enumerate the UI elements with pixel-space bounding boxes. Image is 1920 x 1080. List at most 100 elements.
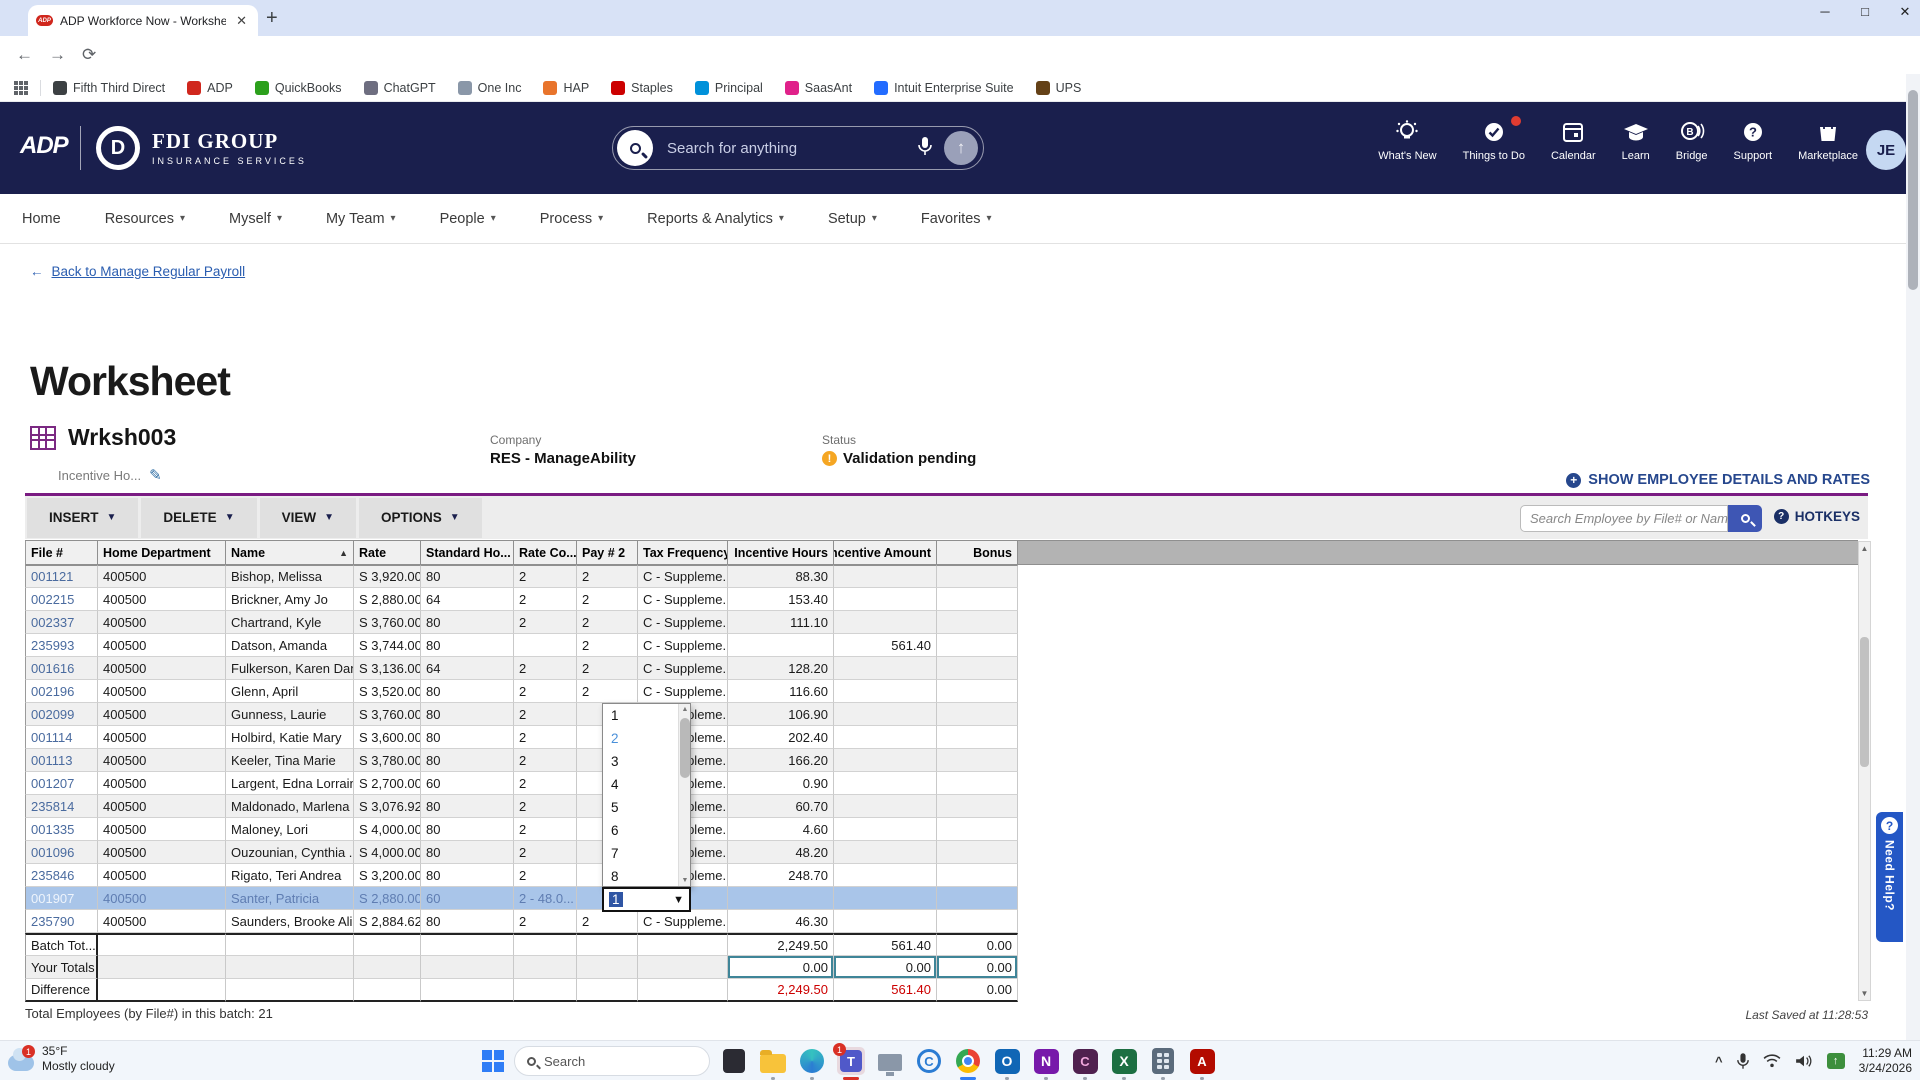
cell-name[interactable]: Gunness, Laurie — [226, 703, 354, 726]
cell-incentive-amount[interactable] — [834, 657, 937, 680]
cell-file-number[interactable]: 235790 — [25, 910, 98, 933]
cell-incentive-amount[interactable] — [834, 726, 937, 749]
microphone-icon[interactable] — [918, 136, 932, 161]
cell-tax-frequency[interactable]: C - Suppleme... — [638, 680, 728, 703]
cell-standard-hours[interactable]: 80 — [421, 680, 514, 703]
cell-bonus[interactable] — [937, 749, 1018, 772]
column-header-rate-co-[interactable]: Rate Co... — [514, 541, 577, 565]
cell-name[interactable]: Maldonado, Marlena — [226, 795, 354, 818]
cell-rate-code[interactable]: 2 — [514, 680, 577, 703]
bookmark-item[interactable]: QuickBooks — [255, 81, 342, 95]
cell-standard-hours[interactable]: 64 — [421, 588, 514, 611]
wifi-icon[interactable] — [1763, 1054, 1781, 1068]
cell-name[interactable]: Holbird, Katie Mary — [226, 726, 354, 749]
cell-home-department[interactable]: 400500 — [98, 634, 226, 657]
cell-home-department[interactable]: 400500 — [98, 795, 226, 818]
dropdown-option[interactable]: 8 — [603, 865, 679, 888]
cell-rate[interactable]: S 3,520.00 — [354, 680, 421, 703]
cell-incentive-hours[interactable]: 128.20 — [728, 657, 834, 680]
cell-rate-code[interactable]: 2 — [514, 910, 577, 933]
cell-file-number[interactable]: 235814 — [25, 795, 98, 818]
cell-rate[interactable]: S 3,136.00 — [354, 657, 421, 680]
cell-rate[interactable]: S 3,760.00 — [354, 611, 421, 634]
scroll-up-icon[interactable]: ▲ — [1859, 544, 1870, 553]
cell-home-department[interactable]: 400500 — [98, 818, 226, 841]
bookmark-item[interactable]: SaasAnt — [785, 81, 852, 95]
cell-bonus[interactable] — [937, 680, 1018, 703]
cell-incentive-amount[interactable] — [834, 841, 937, 864]
scrollbar-thumb[interactable] — [1908, 90, 1918, 290]
header-item-things-to-do[interactable]: Things to Do — [1463, 114, 1525, 162]
cell-incentive-amount[interactable] — [834, 611, 937, 634]
cell-pay-number[interactable]: 2 — [577, 634, 638, 657]
cell-name[interactable]: Fulkerson, Karen Danz — [226, 657, 354, 680]
cell-file-number[interactable]: 001096 — [25, 841, 98, 864]
cell-rate[interactable]: S 3,760.00 — [354, 703, 421, 726]
cell-pay-number[interactable]: 2 — [577, 611, 638, 634]
outlook-icon[interactable]: O — [993, 1047, 1021, 1075]
window-minimize-button[interactable]: ─ — [1818, 4, 1832, 20]
microphone-icon[interactable] — [1737, 1052, 1749, 1070]
cell-rate[interactable]: S 2,880.00 — [354, 887, 421, 910]
cell-bonus[interactable] — [937, 818, 1018, 841]
cell-incentive-hours[interactable]: 111.10 — [728, 611, 834, 634]
cell-incentive-amount[interactable] — [834, 887, 937, 910]
cell-standard-hours[interactable]: 80 — [421, 565, 514, 588]
cell-name[interactable]: Chartrand, Kyle — [226, 611, 354, 634]
bookmark-item[interactable]: Intuit Enterprise Suite — [874, 81, 1014, 95]
user-avatar[interactable]: JE — [1866, 130, 1906, 170]
dropdown-scrollbar[interactable]: ▲ ▼ — [678, 704, 690, 886]
nav-item-favorites[interactable]: Favorites▾ — [921, 211, 992, 227]
cell-bonus[interactable] — [937, 887, 1018, 910]
forward-icon[interactable]: → — [49, 45, 66, 65]
excel-icon[interactable]: X — [1110, 1047, 1138, 1075]
cell-tax-frequency[interactable]: C - Suppleme... — [638, 657, 728, 680]
cell-incentive-hours[interactable]: 48.20 — [728, 841, 834, 864]
bookmark-item[interactable]: Principal — [695, 81, 763, 95]
column-header-bonus[interactable]: Bonus — [937, 541, 1018, 565]
cell-file-number[interactable]: 002215 — [25, 588, 98, 611]
cell-name[interactable]: Bishop, Melissa — [226, 565, 354, 588]
cell-bonus[interactable] — [937, 611, 1018, 634]
cell-rate[interactable]: S 3,076.92 — [354, 795, 421, 818]
cell-bonus[interactable] — [937, 634, 1018, 657]
column-header-pay-2[interactable]: Pay # 2 — [577, 541, 638, 565]
cell-incentive-amount[interactable]: 561.40 — [834, 634, 937, 657]
cell-tax-frequency[interactable]: C - Suppleme... — [638, 910, 728, 933]
cell-pay-number[interactable]: 2 — [577, 910, 638, 933]
global-search-bar[interactable]: Search for anything ↑ — [612, 126, 984, 170]
cell-bonus[interactable] — [937, 841, 1018, 864]
cell-incentive-hours[interactable]: 0.90 — [728, 772, 834, 795]
new-tab-button[interactable]: + — [266, 8, 278, 28]
cell-home-department[interactable]: 400500 — [98, 887, 226, 910]
need-help-tab[interactable]: ? Need Help? — [1876, 812, 1903, 942]
nav-item-resources[interactable]: Resources▾ — [105, 211, 185, 227]
cell-home-department[interactable]: 400500 — [98, 841, 226, 864]
nav-item-myself[interactable]: Myself▾ — [229, 211, 282, 227]
cell-standard-hours[interactable]: 60 — [421, 772, 514, 795]
header-item-marketplace[interactable]: Marketplace — [1798, 114, 1858, 162]
options-button[interactable]: OPTIONS▼ — [359, 498, 482, 538]
header-item-learn[interactable]: Learn — [1622, 114, 1650, 162]
totals-value[interactable]: 0.00 — [834, 956, 937, 979]
cell-tax-frequency[interactable]: C - Suppleme... — [638, 565, 728, 588]
cell-file-number[interactable]: 001114 — [25, 726, 98, 749]
cell-file-number[interactable]: 235993 — [25, 634, 98, 657]
cell-incentive-amount[interactable] — [834, 795, 937, 818]
tab-close-icon[interactable]: ✕ — [233, 13, 250, 29]
cell-home-department[interactable]: 400500 — [98, 749, 226, 772]
cell-rate-code[interactable]: 2 — [514, 818, 577, 841]
cell-rate-code[interactable] — [514, 634, 577, 657]
cell-home-department[interactable]: 400500 — [98, 565, 226, 588]
cell-incentive-amount[interactable] — [834, 818, 937, 841]
pay-number-combobox[interactable]: 1 ▼ — [602, 887, 691, 912]
apps-grid-icon[interactable] — [14, 81, 28, 95]
cell-name[interactable]: Santer, Patricia — [226, 887, 354, 910]
weather-widget[interactable]: 1 35°F Mostly cloudy — [8, 1044, 115, 1074]
search-submit-icon[interactable]: ↑ — [944, 131, 978, 165]
cell-rate[interactable]: S 2,880.00 — [354, 588, 421, 611]
cell-home-department[interactable]: 400500 — [98, 703, 226, 726]
bookmark-item[interactable]: ADP — [187, 81, 233, 95]
cell-name[interactable]: Rigato, Teri Andrea — [226, 864, 354, 887]
volume-icon[interactable] — [1795, 1054, 1813, 1068]
